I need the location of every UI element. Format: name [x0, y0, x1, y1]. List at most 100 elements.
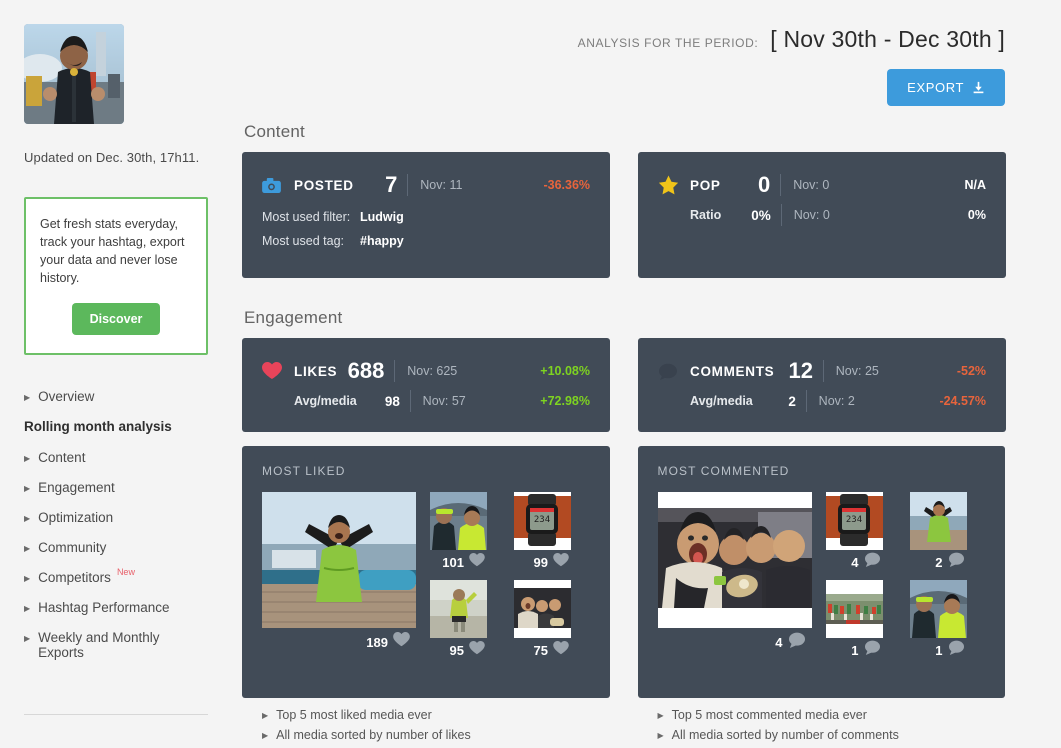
- caret-right-icon: ▶: [24, 514, 31, 523]
- pop-ratio-previous: Nov: 0: [793, 208, 830, 222]
- comment-icon: [788, 632, 806, 653]
- most-liked-thumb-1[interactable]: [430, 492, 487, 550]
- main-content: ANALYSIS FOR THE PERIOD: [ Nov 30th - De…: [232, 0, 1061, 742]
- most-commented-thumb-1[interactable]: 234: [825, 492, 883, 550]
- promo-box: Get fresh stats everyday, track your has…: [24, 197, 208, 355]
- most-commented-links: ▶ Top 5 most commented media ever ▶ All …: [638, 708, 1006, 748]
- section-title-content: Content: [244, 122, 305, 141]
- most-liked-hero-media[interactable]: [262, 492, 416, 628]
- heart-icon: [262, 362, 288, 380]
- sidebar-item-label: Competitors: [38, 570, 111, 585]
- comment-icon: [864, 640, 881, 660]
- comments-delta: -52%: [956, 364, 987, 378]
- most-commented-thumb-3-count-row: 1: [826, 638, 883, 662]
- group-in-car-photo: [514, 580, 571, 638]
- most-used-filter-row: Most used filter: Ludwig: [262, 210, 590, 224]
- like-count: 75: [533, 642, 548, 658]
- heart-icon: [553, 552, 569, 572]
- comments-card: COMMENTS 12 Nov: 25 -52% Avg/media 2 Nov…: [638, 338, 1006, 432]
- most-liked-thumb-1-count-row: 101: [430, 550, 487, 574]
- export-button-label: EXPORT: [907, 80, 964, 95]
- sidebar-item-competitors[interactable]: ▶ Competitors New: [24, 567, 208, 585]
- most-liked-thumb-2[interactable]: 234: [514, 492, 571, 550]
- sidebar-item-optimization[interactable]: ▶ Optimization: [24, 510, 208, 525]
- like-count: 95: [449, 642, 464, 658]
- posted-label: POSTED: [294, 177, 354, 193]
- export-button[interactable]: EXPORT: [887, 69, 1005, 106]
- sidebar-item-engagement[interactable]: ▶ Engagement: [24, 480, 208, 495]
- most-commented-title: MOST COMMENTED: [657, 464, 790, 478]
- most-commented-hero-count-row: 4: [658, 630, 812, 654]
- likes-avg-value: 98: [384, 393, 400, 409]
- heart-icon: [393, 632, 410, 652]
- comments-previous: Nov: 25: [835, 364, 879, 378]
- comment-icon: [864, 552, 881, 572]
- most-commented-thumb-3[interactable]: [825, 580, 883, 638]
- group-in-car-photo: [657, 492, 812, 628]
- link-label: Top 5 most commented media ever: [671, 708, 867, 722]
- svg-text:234: 234: [845, 515, 861, 525]
- comments-avg-label: Avg/media: [690, 394, 753, 408]
- pop-label: POP: [690, 177, 721, 193]
- pop-delta: N/A: [964, 178, 986, 192]
- sidebar-item-hashtag-performance[interactable]: ▶ Hashtag Performance: [24, 600, 208, 615]
- link-label: All media sorted by number of comments: [671, 728, 899, 742]
- most-commented-panel: MOST COMMENTED 4 234 4 2 1 1: [637, 446, 1005, 698]
- most-liked-thumb-4[interactable]: [514, 580, 571, 638]
- likes-delta: +10.08%: [540, 364, 590, 378]
- link-all-media-by-likes[interactable]: ▶ All media sorted by number of likes: [262, 728, 610, 742]
- link-top-5-most-commented[interactable]: ▶ Top 5 most commented media ever: [658, 708, 1006, 722]
- avatar[interactable]: [24, 24, 124, 124]
- sidebar-item-label: Community: [38, 540, 107, 555]
- sidebar-item-content[interactable]: ▶ Content: [24, 450, 208, 465]
- caret-right-icon: ▶: [657, 731, 664, 740]
- link-top-5-most-liked[interactable]: ▶ Top 5 most liked media ever: [262, 708, 610, 722]
- most-liked-thumb-3[interactable]: [430, 580, 487, 638]
- caret-right-icon: ▶: [657, 711, 664, 720]
- likes-value: 688: [347, 358, 385, 383]
- most-commented-thumb-2-count-row: 2: [910, 550, 967, 574]
- sidebar-item-label: Hashtag Performance: [38, 600, 170, 615]
- promo-text: Get fresh stats everyday, track your has…: [40, 217, 185, 285]
- most-liked-thumb-3-count-row: 95: [430, 638, 487, 662]
- heart-icon: [469, 640, 485, 660]
- most-used-tag-row: Most used tag: #happy: [262, 234, 590, 248]
- sidebar-item-overview[interactable]: ▶ Overview: [24, 389, 208, 404]
- race-crowd-photo: [825, 580, 883, 638]
- like-count: 101: [442, 554, 464, 570]
- most-commented-hero-media[interactable]: [657, 492, 812, 628]
- likes-previous: Nov: 625: [407, 364, 458, 378]
- most-commented-thumb-1-count-row: 4: [826, 550, 883, 574]
- comment-count: 4: [851, 554, 859, 570]
- posted-previous: Nov: 11: [420, 178, 463, 192]
- period-value: [ Nov 30th - Dec 30th ]: [770, 26, 1005, 52]
- most-liked-title: MOST LIKED: [262, 464, 346, 478]
- link-all-media-by-comments[interactable]: ▶ All media sorted by number of comments: [658, 728, 1006, 742]
- sidebar-item-weekly-and-monthly-exports[interactable]: ▶ Weekly and Monthly Exports: [24, 630, 208, 660]
- divider: [409, 390, 411, 412]
- posted-card: POSTED 7 Nov: 11 -36.36% Most used filte…: [242, 152, 610, 278]
- likes-avg-label: Avg/media: [294, 394, 357, 408]
- posted-value: 7: [385, 172, 398, 197]
- most-liked-thumb-2-count-row: 99: [514, 550, 571, 574]
- divider: [407, 174, 409, 196]
- discover-button[interactable]: Discover: [71, 303, 161, 335]
- runner-standing-photo: [430, 580, 487, 638]
- most-used-filter-value: Ludwig: [360, 210, 404, 224]
- sidebar-item-label: Engagement: [38, 480, 115, 495]
- pop-ratio-value: 0%: [751, 207, 771, 223]
- like-count: 99: [533, 554, 548, 570]
- most-commented-thumb-2[interactable]: [909, 492, 967, 550]
- most-liked-links: ▶ Top 5 most liked media ever ▶ All medi…: [242, 708, 610, 748]
- sidebar-item-community[interactable]: ▶ Community: [24, 540, 208, 555]
- comment-count: 4: [775, 634, 783, 650]
- analysis-period: ANALYSIS FOR THE PERIOD: [ Nov 30th - De…: [242, 26, 1005, 53]
- most-commented-thumb-4[interactable]: [909, 580, 967, 638]
- most-used-filter-label: Most used filter:: [262, 210, 351, 224]
- smartwatch-photo: 234: [825, 492, 883, 550]
- pop-ratio-label: Ratio: [690, 208, 722, 222]
- sidebar-heading-rolling-month-analysis: Rolling month analysis: [24, 419, 208, 434]
- divider: [780, 204, 782, 226]
- most-commented-thumb-4-count-row: 1: [910, 638, 967, 662]
- most-used-tag-label: Most used tag:: [262, 234, 344, 248]
